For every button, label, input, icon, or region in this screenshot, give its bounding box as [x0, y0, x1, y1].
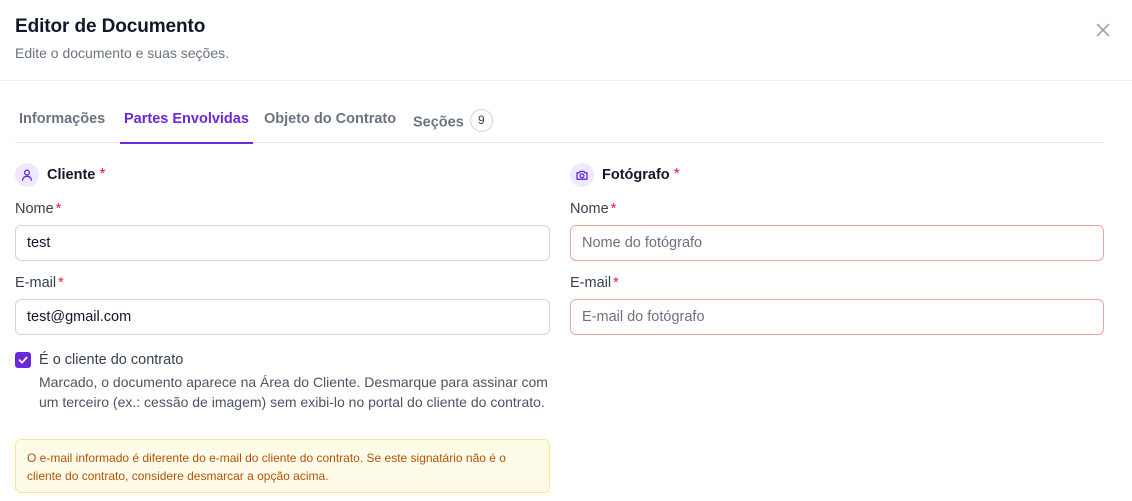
email-mismatch-warning: O e-mail informado é diferente do e-mail… [15, 439, 550, 493]
photographer-email-input[interactable] [570, 299, 1104, 335]
client-email-input[interactable] [15, 299, 550, 335]
sections-count-badge: 9 [469, 109, 493, 132]
required-mark: * [58, 275, 64, 291]
tab-label: Seções [413, 114, 464, 131]
check-icon [18, 356, 28, 364]
tab-bar: Informações Partes Envolvidas Objeto do … [15, 104, 1104, 144]
dialog-subtitle: Edite o documento e suas seções. [15, 45, 230, 61]
checkbox-description: Marcado, o documento aparece na Área do … [39, 374, 548, 410]
label-text: Nome [15, 201, 54, 217]
required-mark: * [613, 275, 619, 291]
dialog-title: Editor de Documento [15, 16, 206, 37]
tab-informacoes[interactable]: Informações [19, 104, 105, 143]
close-button[interactable] [1094, 21, 1112, 39]
dialog-header: Editor de Documento Edite o documento e … [0, 0, 1132, 81]
tab-partes-envolvidas[interactable]: Partes Envolvidas [120, 104, 253, 144]
client-name-input[interactable] [15, 225, 550, 261]
client-email-label: E-mail * [15, 275, 64, 291]
client-section-header: Cliente * [15, 162, 106, 188]
tab-objeto-do-contrato[interactable]: Objeto do Contrato [264, 104, 396, 143]
close-icon [1096, 23, 1110, 37]
required-mark: * [610, 201, 617, 217]
photographer-section-header: Fotógrafo * [570, 162, 680, 188]
tab-label: Partes Envolvidas [124, 111, 249, 127]
required-mark: * [55, 201, 62, 217]
photographer-name-input[interactable] [570, 225, 1104, 261]
is-contract-client-checkbox[interactable] [15, 352, 31, 368]
tab-secoes[interactable]: Seções 9 [413, 104, 493, 143]
label-text: Nome [570, 201, 609, 217]
label-text: E-mail [570, 275, 612, 291]
camera-icon [570, 163, 594, 187]
checkbox-label: É o cliente do contrato [39, 352, 184, 368]
required-mark: * [99, 166, 106, 183]
photographer-name-label: Nome * [570, 201, 616, 217]
photographer-email-label: E-mail * [570, 275, 619, 291]
user-icon [15, 163, 39, 187]
client-name-label: Nome * [15, 201, 61, 217]
label-text: E-mail [15, 275, 57, 291]
client-section-title: Cliente [47, 167, 96, 183]
photographer-section-title: Fotógrafo [602, 167, 670, 183]
required-mark: * [673, 166, 680, 183]
